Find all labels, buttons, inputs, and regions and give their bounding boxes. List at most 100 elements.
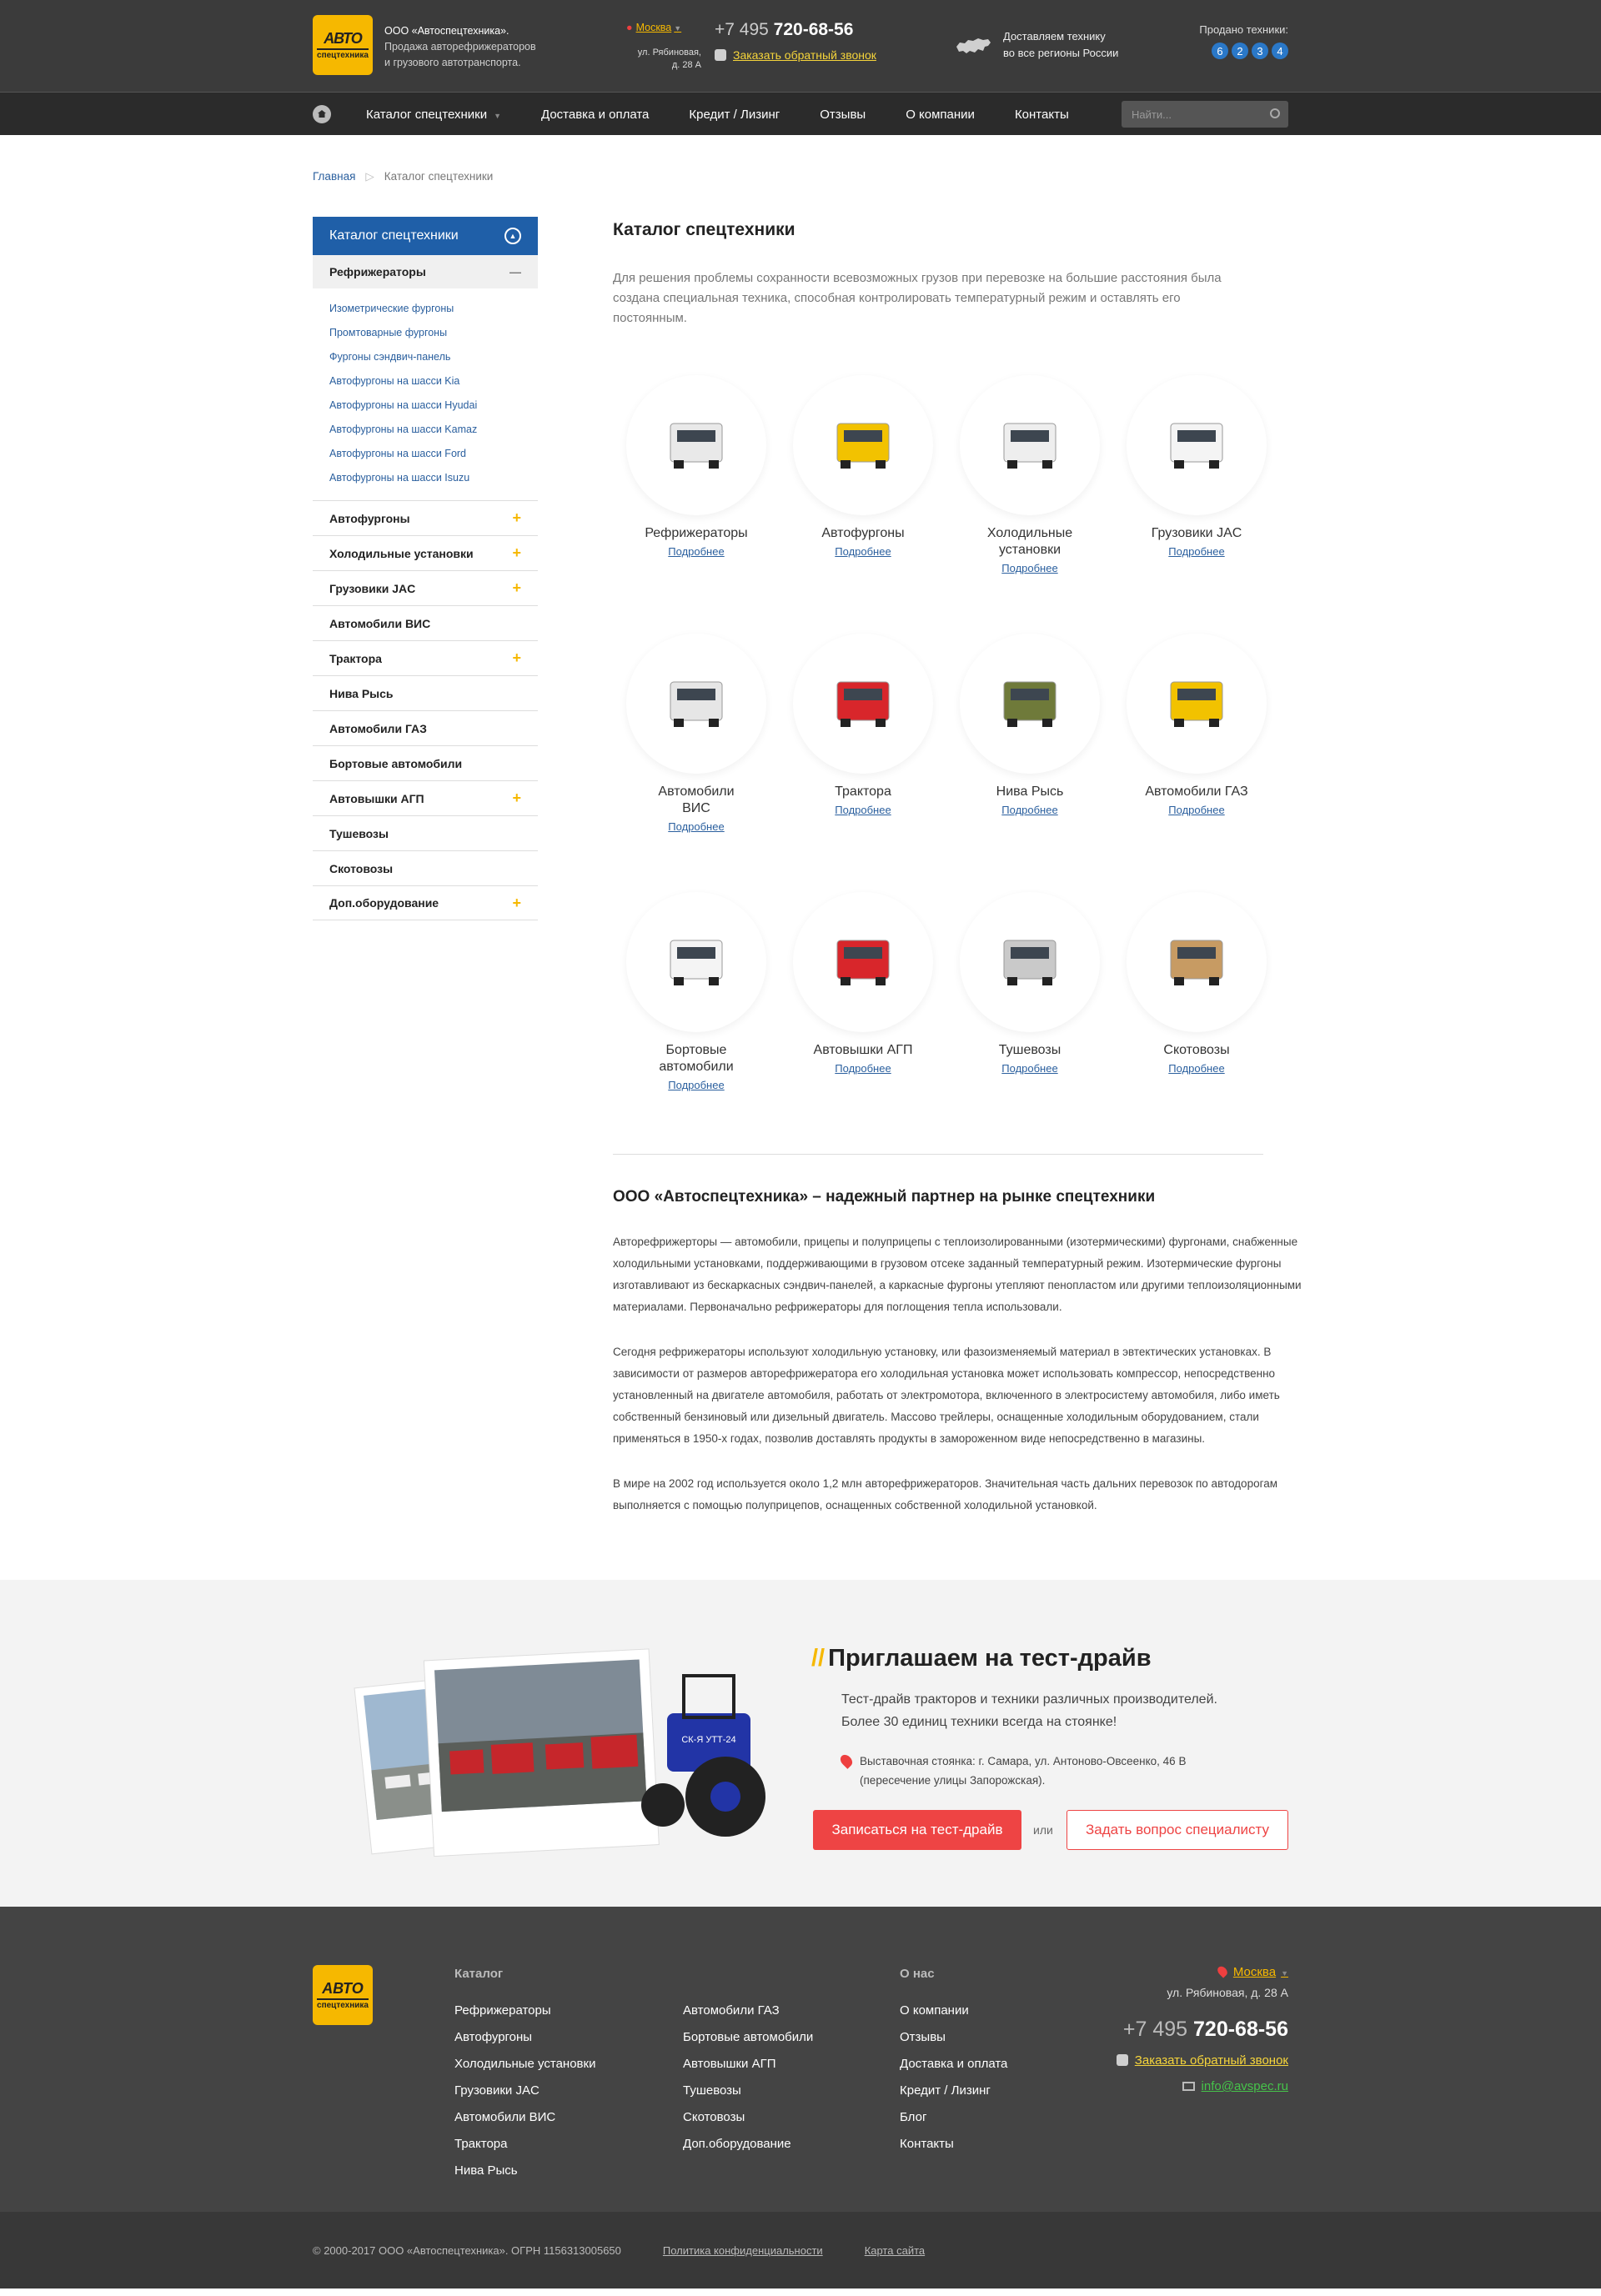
product-image[interactable]	[793, 375, 933, 515]
footer-link[interactable]: Контакты	[900, 2131, 1007, 2158]
privacy-policy-link[interactable]: Политика конфиденциальности	[663, 2244, 823, 2257]
footer-link[interactable]: Нива Рысь	[454, 2158, 595, 2184]
sidebar-item[interactable]: Бортовые автомобили	[313, 745, 538, 780]
city-selector[interactable]: ● Москва ▼	[626, 22, 681, 33]
more-link[interactable]: Подробнее	[1001, 1062, 1057, 1075]
footer-link[interactable]: Скотовозы	[683, 2104, 813, 2131]
logo[interactable]: АВТО спецтехника	[313, 15, 373, 75]
product-title[interactable]: Тушевозы	[946, 1042, 1113, 1059]
product-title[interactable]: Рефрижераторы	[613, 525, 780, 542]
footer-link[interactable]: Кредит / Лизинг	[900, 2078, 1007, 2104]
product-title[interactable]: Автофургоны	[780, 525, 946, 542]
footer-link[interactable]: Блог	[900, 2104, 1007, 2131]
footer-link[interactable]: Автофургоны	[454, 2024, 595, 2051]
product-image[interactable]	[960, 375, 1100, 515]
footer-link[interactable]: Рефрижераторы	[454, 1998, 595, 2024]
more-link[interactable]: Подробнее	[1001, 804, 1057, 816]
product-image[interactable]	[960, 892, 1100, 1032]
product-title[interactable]: Нива Рысь	[946, 784, 1113, 800]
more-link[interactable]: Подробнее	[1168, 545, 1224, 558]
sidebar-sublink[interactable]: Автофургоны на шасси Kamaz	[329, 418, 538, 442]
product-card[interactable]: Нива Рысь Подробнее	[946, 634, 1113, 892]
product-card[interactable]: Бортовые автомобили Подробнее	[613, 892, 780, 1151]
product-title[interactable]: Холодильные установки	[946, 525, 1113, 559]
product-card[interactable]: Автовышки АГП Подробнее	[780, 892, 946, 1151]
sidebar-item[interactable]: Тушевозы	[313, 815, 538, 850]
product-image[interactable]	[626, 892, 766, 1032]
sidebar-item[interactable]: Нива Рысь	[313, 675, 538, 710]
footer-link[interactable]: Грузовики JAC	[454, 2078, 595, 2104]
product-title[interactable]: Бортовые автомобили	[613, 1042, 780, 1075]
product-card[interactable]: Скотовозы Подробнее	[1113, 892, 1280, 1151]
footer-link[interactable]: О компании	[900, 1998, 1007, 2024]
sidebar-item[interactable]: Холодильные установки +	[313, 535, 538, 570]
footer-city-selector[interactable]: Москва ▼	[1117, 1964, 1288, 1979]
footer-link[interactable]: Отзывы	[900, 2024, 1007, 2051]
product-image[interactable]	[1127, 375, 1267, 515]
sidebar-sublink[interactable]: Фургоны сэндвич-панель	[329, 345, 538, 369]
footer-link[interactable]: Холодильные установки	[454, 2051, 595, 2078]
collapse-icon[interactable]: ▲	[504, 228, 521, 244]
footer-logo[interactable]: АВТО спецтехника	[313, 1965, 373, 2025]
footer-email-link[interactable]: info@avspec.ru	[1117, 2079, 1288, 2093]
plus-icon[interactable]: +	[512, 649, 521, 667]
more-link[interactable]: Подробнее	[835, 1062, 891, 1075]
footer-link[interactable]: Трактора	[454, 2131, 595, 2158]
home-icon[interactable]	[313, 105, 331, 123]
nav-item-delivery[interactable]: Доставка и оплата	[541, 108, 649, 122]
plus-icon[interactable]: +	[512, 509, 521, 527]
footer-link[interactable]: Доп.оборудование	[683, 2131, 813, 2158]
more-link[interactable]: Подробнее	[1168, 1062, 1224, 1075]
footer-link[interactable]: Автомобили ВИС	[454, 2104, 595, 2131]
product-card[interactable]: Тушевозы Подробнее	[946, 892, 1113, 1151]
product-image[interactable]	[626, 375, 766, 515]
ask-specialist-button[interactable]: Задать вопрос специалисту	[1066, 1810, 1288, 1850]
sidebar-item[interactable]: Автовышки АГП +	[313, 780, 538, 815]
more-link[interactable]: Подробнее	[835, 545, 891, 558]
nav-item-catalog[interactable]: Каталог спецтехники ▼	[366, 108, 501, 122]
product-image[interactable]	[626, 634, 766, 774]
sidebar-item-refrigerators[interactable]: Рефрижераторы —	[313, 255, 538, 288]
product-title[interactable]: Автомобили ВИС	[613, 784, 780, 817]
sidebar-sublink[interactable]: Автофургоны на шасси Hyudai	[329, 394, 538, 418]
more-link[interactable]: Подробнее	[668, 545, 724, 558]
sidebar-sublink[interactable]: Автофургоны на шасси Isuzu	[329, 466, 538, 490]
plus-icon[interactable]: +	[512, 579, 521, 597]
footer-link[interactable]: Бортовые автомобили	[683, 2024, 813, 2051]
more-link[interactable]: Подробнее	[668, 1079, 724, 1091]
sitemap-link[interactable]: Карта сайта	[865, 2244, 925, 2257]
sidebar-sublink[interactable]: Промтоварные фургоны	[329, 321, 538, 345]
footer-link[interactable]: Автомобили ГАЗ	[683, 1998, 813, 2024]
search-input[interactable]: Найти...	[1122, 101, 1288, 128]
product-title[interactable]: Автовышки АГП	[780, 1042, 946, 1059]
product-title[interactable]: Автомобили ГАЗ	[1113, 784, 1280, 800]
sidebar-item[interactable]: Автомобили ВИС	[313, 605, 538, 640]
breadcrumb-home-link[interactable]: Главная	[313, 170, 355, 183]
nav-item-contacts[interactable]: Контакты	[1015, 108, 1069, 122]
callback-link[interactable]: Заказать обратный звонок	[715, 48, 876, 62]
product-card[interactable]: Автомобили ВИС Подробнее	[613, 634, 780, 892]
more-link[interactable]: Подробнее	[1168, 804, 1224, 816]
footer-link[interactable]: Тушевозы	[683, 2078, 813, 2104]
header-phone[interactable]: +7 495 720-68-56	[715, 20, 853, 40]
plus-icon[interactable]: +	[512, 544, 521, 562]
more-link[interactable]: Подробнее	[1001, 562, 1057, 574]
sidebar-item[interactable]: Автофургоны +	[313, 500, 538, 535]
signup-testdrive-button[interactable]: Записаться на тест-драйв	[813, 1810, 1021, 1850]
more-link[interactable]: Подробнее	[668, 820, 724, 833]
plus-icon[interactable]: +	[512, 895, 521, 912]
product-image[interactable]	[1127, 634, 1267, 774]
product-card[interactable]: Автомобили ГАЗ Подробнее	[1113, 634, 1280, 892]
minus-icon[interactable]: —	[509, 265, 521, 278]
plus-icon[interactable]: +	[512, 790, 521, 807]
sidebar-header[interactable]: Каталог спецтехники ▲	[313, 217, 538, 255]
footer-callback-link[interactable]: Заказать обратный звонок	[1116, 2053, 1288, 2068]
sidebar-sublink[interactable]: Изометрические фургоны	[329, 297, 538, 321]
product-card[interactable]: Рефрижераторы Подробнее	[613, 375, 780, 634]
product-card[interactable]: Грузовики JAC Подробнее	[1113, 375, 1280, 634]
product-image[interactable]	[960, 634, 1100, 774]
search-icon[interactable]	[1270, 108, 1280, 118]
sidebar-sublink[interactable]: Автофургоны на шасси Kia	[329, 369, 538, 394]
sidebar-item[interactable]: Автомобили ГАЗ	[313, 710, 538, 745]
nav-item-reviews[interactable]: Отзывы	[820, 108, 866, 122]
